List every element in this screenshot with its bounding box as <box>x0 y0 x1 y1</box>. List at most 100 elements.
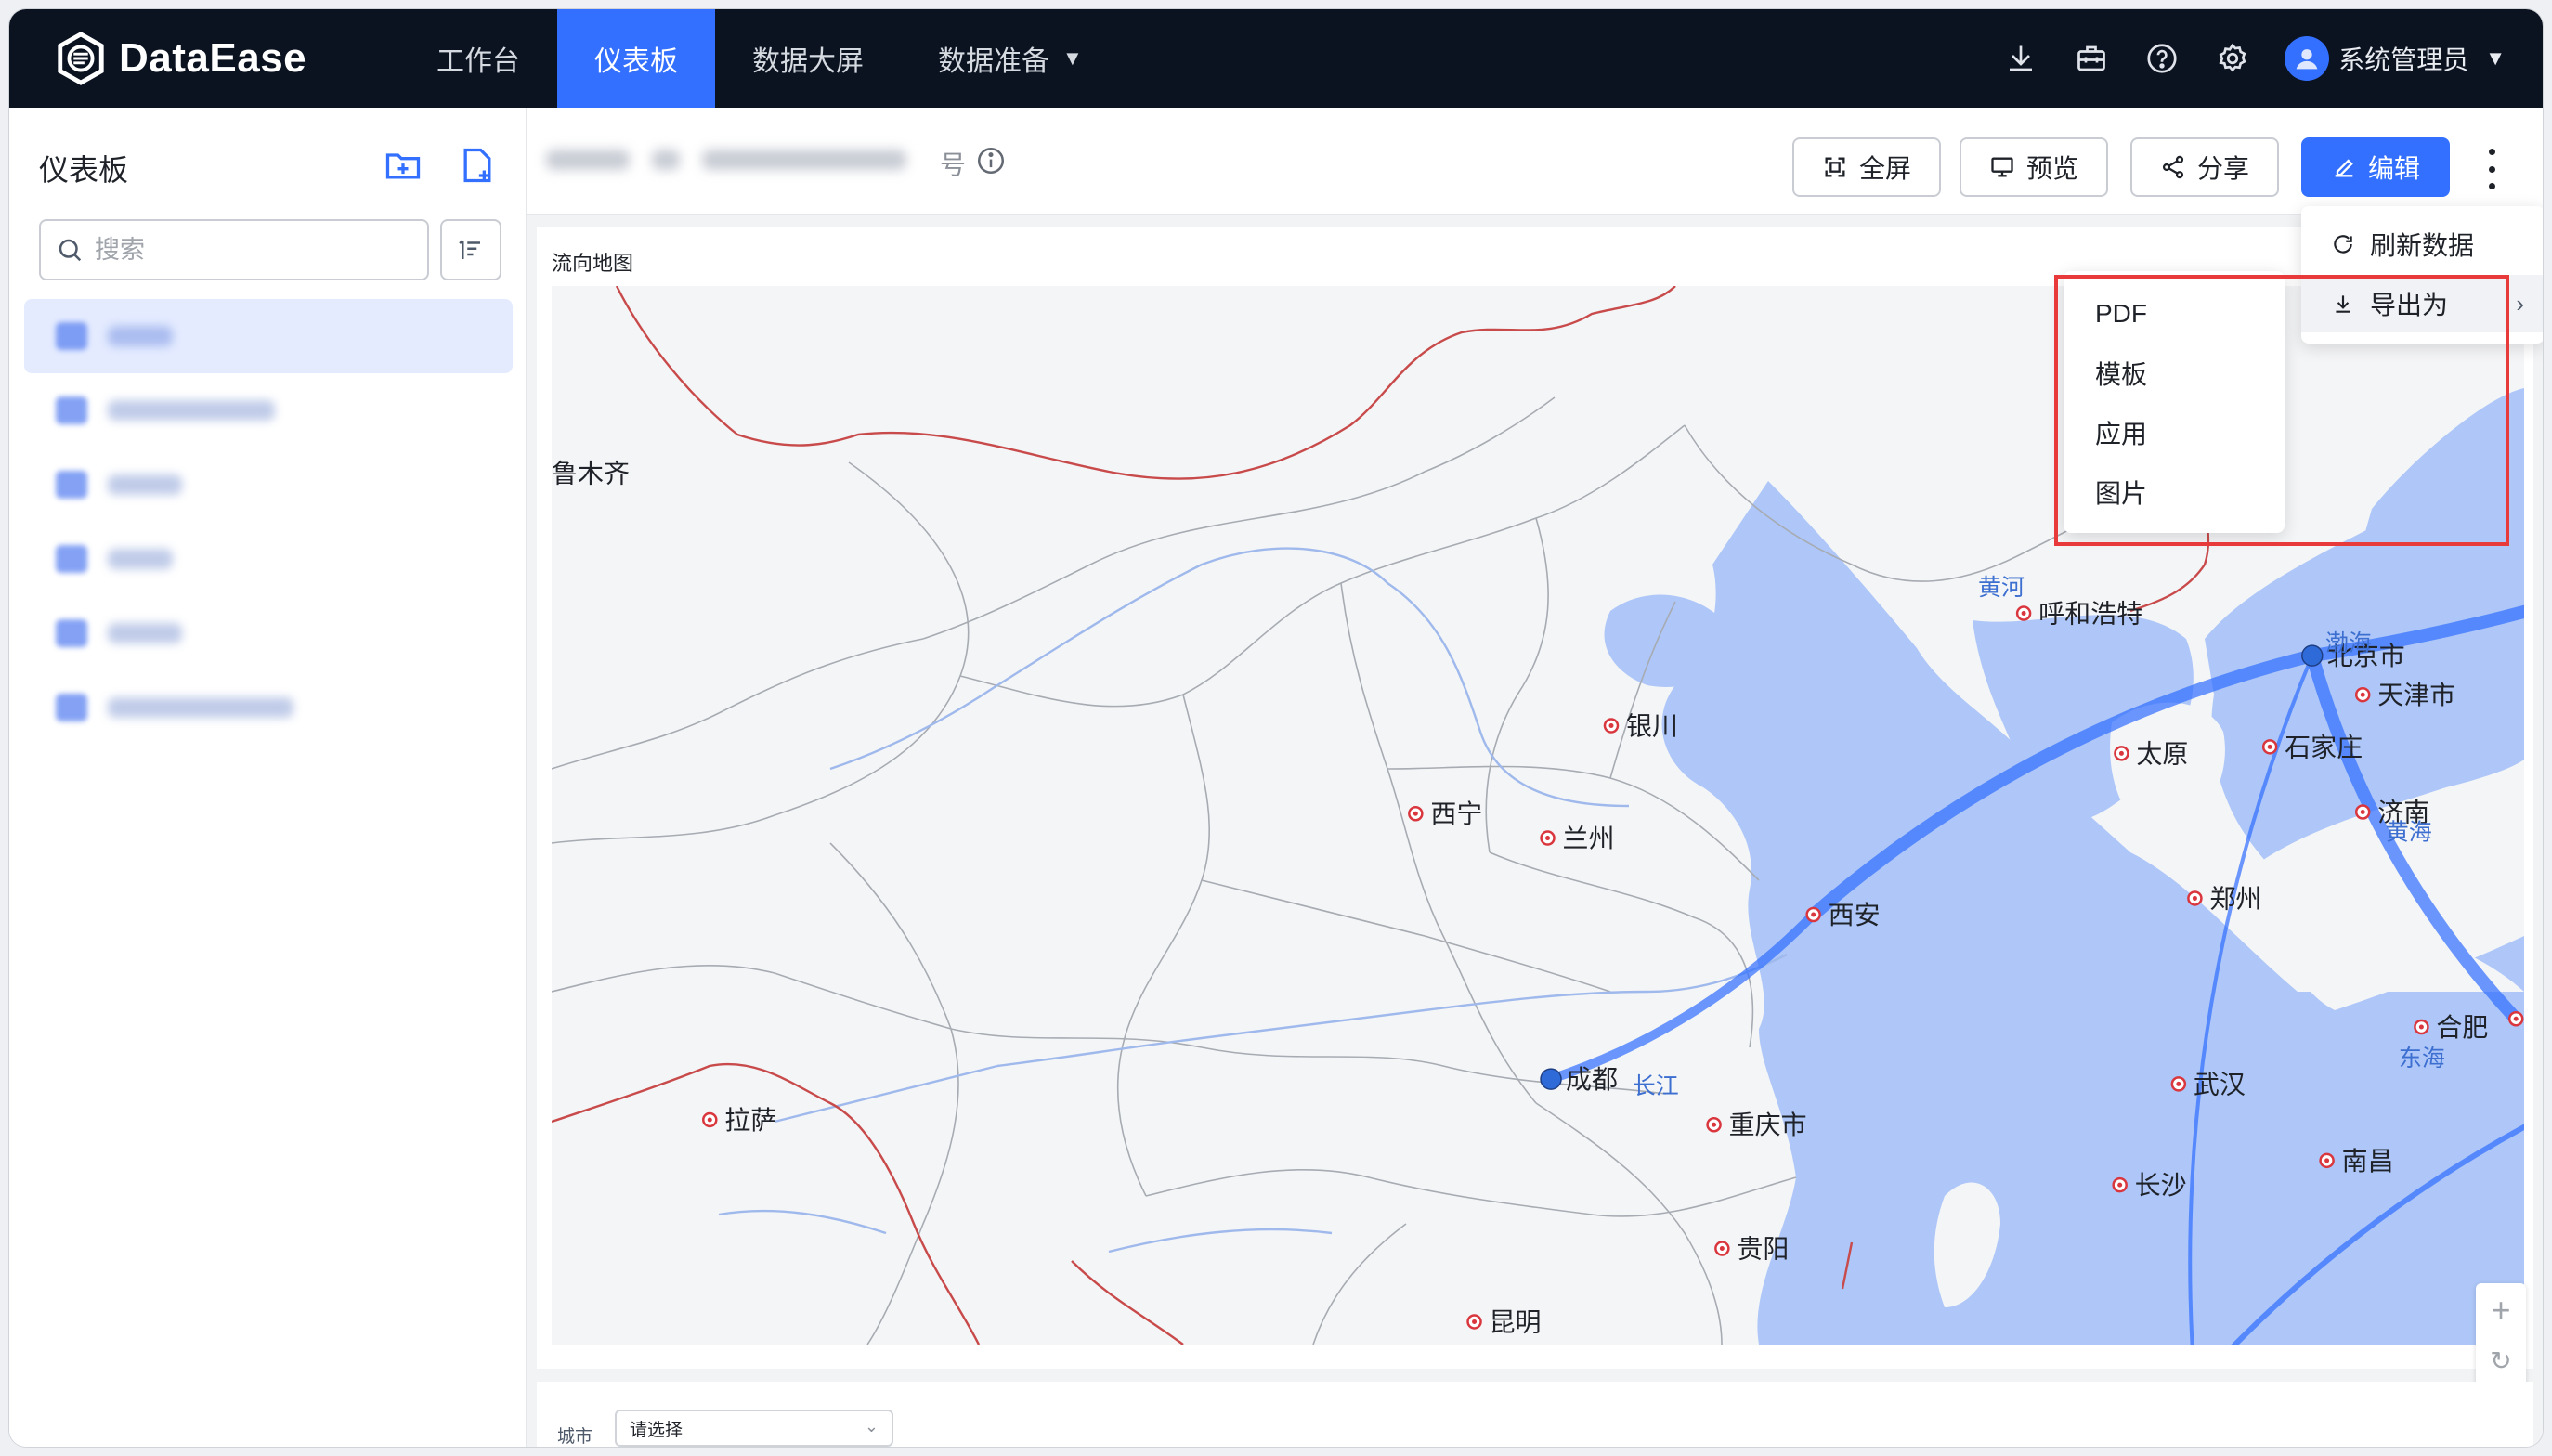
settings-icon[interactable] <box>2214 40 2251 77</box>
dataease-logo-icon <box>58 32 104 85</box>
refresh-data-menu-item[interactable]: 刷新数据 <box>2301 215 2543 273</box>
sort-button[interactable] <box>440 219 501 280</box>
dashboard-title-tail: 号 <box>940 150 967 179</box>
city-label: 西宁 <box>1430 800 1482 828</box>
more-options-icon[interactable] <box>2478 149 2506 189</box>
chevron-right-icon: › <box>2516 289 2524 318</box>
list-item[interactable] <box>24 448 513 522</box>
city-label: 贵阳 <box>1737 1235 1789 1264</box>
toolbox-icon[interactable] <box>2073 40 2110 77</box>
export-template-item[interactable]: 模板 <box>2064 344 2285 403</box>
search-input[interactable] <box>95 235 410 265</box>
edit-icon <box>2335 159 2353 177</box>
filter-placeholder: 请选择 <box>630 1420 684 1440</box>
main-nav: 工作台 仪表板 数据大屏 数据准备 ▼ <box>399 9 1120 108</box>
nav-item-label: 数据大屏 <box>752 46 864 77</box>
city-dot-core <box>1545 836 1551 841</box>
nav-item-label: 仪表板 <box>594 46 678 77</box>
dashboard-toolbar: 号 全屏 预览 分享 编辑 <box>527 108 2543 215</box>
list-item[interactable] <box>24 299 513 373</box>
city-dot-core <box>1608 723 1614 729</box>
city-dot-core <box>2176 1081 2181 1086</box>
fullscreen-button[interactable]: 全屏 <box>1792 137 1941 197</box>
city-label: 南昌 <box>2342 1147 2394 1176</box>
fullscreen-label: 全屏 <box>1858 154 1911 183</box>
export-as-menu-item[interactable]: 导出为 › <box>2301 275 2543 332</box>
top-right-actions: 系统管理员 ▼ <box>2002 9 2506 108</box>
city-dot-core <box>2360 692 2365 697</box>
city-dot-core <box>2118 750 2124 756</box>
redacted-label <box>108 400 275 421</box>
nav-item-dashboard[interactable]: 仪表板 <box>557 9 715 108</box>
redacted-label <box>108 623 182 644</box>
export-pdf-item[interactable]: PDF <box>2064 284 2285 344</box>
fullscreen-icon <box>1825 157 1845 177</box>
nav-item-data-prep[interactable]: 数据准备 ▼ <box>901 9 1120 108</box>
caret-down-icon: ▼ <box>2485 46 2506 70</box>
share-icon <box>2162 155 2184 179</box>
help-icon[interactable] <box>2143 40 2181 77</box>
preview-button[interactable]: 预览 <box>1960 137 2108 197</box>
city-label: 石家庄 <box>2285 733 2363 761</box>
city-label: 呼和浩特 <box>2038 600 2142 629</box>
list-item[interactable] <box>24 596 513 670</box>
chevron-down-icon: ⌄ <box>864 1417 879 1436</box>
refresh-data-label: 刷新数据 <box>2370 231 2475 260</box>
zoom-in-icon[interactable]: + <box>2491 1294 2510 1327</box>
water-label: 长江 <box>1633 1073 1679 1099</box>
city-dot-core <box>1712 1122 1717 1127</box>
city-label: 长沙 <box>2135 1171 2187 1200</box>
new-dashboard-icon[interactable] <box>457 145 498 186</box>
city-label: 拉萨 <box>724 1106 776 1135</box>
redacted-title-part <box>652 150 680 170</box>
nav-item-label: 数据准备 <box>938 46 1049 77</box>
list-item[interactable] <box>24 522 513 596</box>
reset-view-icon[interactable]: ↻ <box>2490 1347 2511 1374</box>
city-label: 西安 <box>1829 901 1881 930</box>
city-dot-core <box>1719 1246 1725 1252</box>
download-icon[interactable] <box>2002 40 2039 77</box>
city-marker[interactable]: 鲁木齐 <box>552 460 630 488</box>
list-item[interactable] <box>24 373 513 448</box>
filter-label: 城市 <box>557 1427 593 1447</box>
app-window: DataEase 工作台 仪表板 数据大屏 数据准备 ▼ 系统管理员 ▼ 仪表板… <box>9 9 2543 1447</box>
dashboard-icon <box>56 694 87 722</box>
city-label: 成都 <box>1566 1065 1618 1094</box>
info-icon[interactable] <box>975 145 1007 176</box>
export-app-item[interactable]: 应用 <box>2064 403 2285 462</box>
chart-title: 流向地图 <box>552 252 634 275</box>
city-label: 武汉 <box>2194 1070 2246 1098</box>
export-image-item[interactable]: 图片 <box>2064 462 2285 522</box>
city-dot-core <box>2192 895 2197 901</box>
dashboard-icon <box>56 322 87 350</box>
dashboard-icon <box>56 619 87 647</box>
user-menu[interactable]: 系统管理员 ▼ <box>2285 36 2506 81</box>
city-filter-select[interactable]: 请选择 ⌄ <box>615 1410 893 1447</box>
export-as-label: 导出为 <box>2370 291 2449 319</box>
city-dot-core <box>2418 1024 2424 1030</box>
city-marker[interactable]: 成都 <box>1540 1065 1618 1094</box>
sidebar-title: 仪表板 <box>39 153 129 187</box>
city-dot-core <box>2324 1158 2330 1164</box>
city-label: 鲁木齐 <box>552 460 630 488</box>
city-label: 兰州 <box>1563 825 1615 853</box>
city-label: 重庆市 <box>1729 1111 1807 1139</box>
new-folder-icon[interactable] <box>383 145 423 186</box>
share-button[interactable]: 分享 <box>2130 137 2279 197</box>
flow-node-icon <box>1540 1068 1562 1090</box>
sort-icon <box>459 240 480 259</box>
city-dot-core <box>707 1117 712 1123</box>
water-label: 黄河 <box>1978 575 2025 601</box>
nav-item-data-screen[interactable]: 数据大屏 <box>715 9 901 108</box>
brand-logo[interactable]: DataEase <box>54 26 306 91</box>
brand-name: DataEase <box>119 35 307 81</box>
dashboard-tree <box>24 299 513 745</box>
list-item[interactable] <box>24 670 513 745</box>
city-label: 郑州 <box>2209 884 2261 913</box>
dashboard-icon <box>56 545 87 573</box>
export-submenu: PDF 模板 应用 图片 <box>2064 271 2285 533</box>
share-label: 分享 <box>2196 154 2249 183</box>
more-options-menu: 刷新数据 导出为 › <box>2301 206 2543 344</box>
nav-item-workbench[interactable]: 工作台 <box>399 9 557 108</box>
edit-button[interactable]: 编辑 <box>2301 137 2450 197</box>
